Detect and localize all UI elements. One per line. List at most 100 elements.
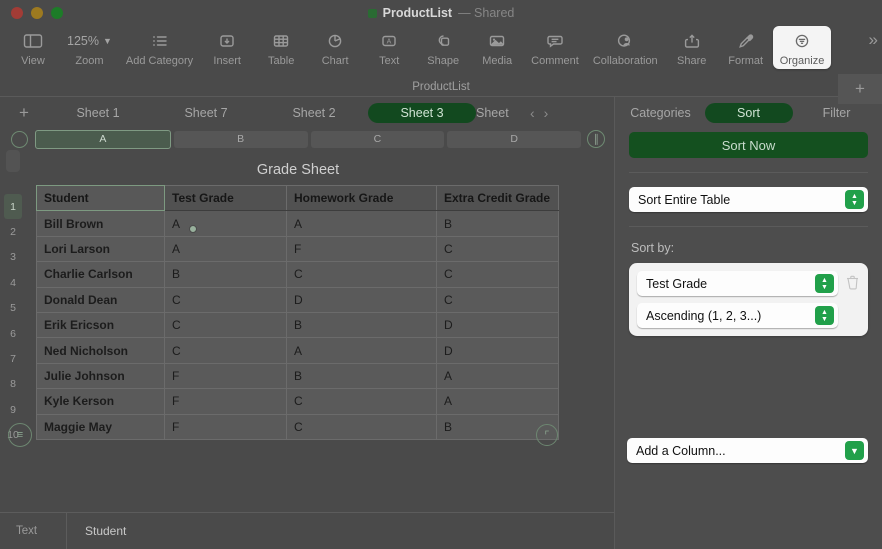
cell-homework-grade[interactable]: C [286,261,437,288]
cell-extra-credit[interactable]: D [436,311,559,339]
toolbar-chart-button[interactable]: Chart [308,26,362,69]
toolbar-text-button[interactable]: A Text [362,26,416,69]
toolbar-table-button[interactable]: Table [254,26,308,69]
cell-test-grade[interactable]: A [164,210,287,237]
header-cell-homework-grade[interactable]: Homework Grade [286,184,437,212]
toolbar-media-button[interactable]: Media [470,26,524,69]
resize-table-control[interactable]: ⌜ [536,424,558,446]
sort-order-select[interactable]: Ascending (1, 2, 3...) ▲ ▼ [637,303,838,328]
cell-student[interactable]: Donald Dean [36,286,165,313]
cell-student[interactable]: Julie Johnson [36,362,165,390]
toolbar-comment-button[interactable]: Comment [524,26,586,69]
cell-extra-credit[interactable]: A [436,362,559,390]
row-number-4[interactable]: 4 [0,270,26,295]
table-row: Maggie May F C B [36,413,559,440]
cell-student[interactable]: Erik Ericson [36,311,165,339]
row-gutter-cap [6,150,20,172]
cell-student[interactable]: Charlie Carlson [36,261,165,288]
cell-homework-grade[interactable]: B [286,362,437,390]
add-column-select[interactable]: Add a Column... ▼ [627,438,868,463]
cell-test-grade[interactable]: C [164,311,287,339]
cell-student[interactable]: Bill Brown [36,210,165,237]
cell-homework-grade[interactable]: F [286,235,437,263]
minimize-button[interactable] [31,7,43,19]
row-number-2[interactable]: 2 [0,219,26,244]
toolbar-format-button[interactable]: Format [719,26,773,69]
row-number-5[interactable]: 5 [0,296,26,321]
select-all-corner[interactable] [6,130,32,148]
grade-table: Student Test Grade Homework Grade Extra … [36,184,559,440]
toolbar-view-button[interactable]: View [6,26,60,69]
add-column-handle[interactable]: ║ [584,130,608,148]
add-rows-control[interactable]: ≡ [8,423,32,447]
row-number-8[interactable]: 8 [0,372,26,397]
table-row: Bill Brown A A B [36,210,559,237]
delete-sort-rule-button[interactable] [844,271,860,290]
close-button[interactable] [11,7,23,19]
row-number-3[interactable]: 3 [0,245,26,270]
sheet-tab-2[interactable]: Sheet 2 [260,103,368,123]
cell-homework-grade[interactable]: B [286,311,437,339]
add-sheet-button[interactable]: + [838,74,882,104]
toolbar-zoom-control[interactable]: 125% ▼ Zoom [60,26,119,69]
cell-student[interactable]: Maggie May [36,413,165,440]
cell-homework-grade[interactable]: D [286,286,437,313]
row-number-6[interactable]: 6 [0,321,26,346]
sort-now-button[interactable]: Sort Now [629,132,868,158]
cell-test-grade[interactable]: F [164,362,287,390]
cell-test-grade[interactable]: C [164,337,287,364]
sort-column-select[interactable]: Test Grade ▲ ▼ [637,271,838,296]
row-number-7[interactable]: 7 [0,346,26,371]
tab-sort[interactable]: Sort [704,102,793,123]
row-number-1[interactable]: 1 [4,194,22,220]
cell-student[interactable]: Ned Nicholson [36,337,165,364]
row-number-9[interactable]: 9 [0,397,26,422]
zoom-button[interactable] [51,7,63,19]
column-header-d[interactable]: D [447,130,581,148]
cell-test-grade[interactable]: C [164,286,287,313]
cell-extra-credit[interactable]: A [436,388,559,415]
sheet-tab-next-icon[interactable]: › [544,105,549,121]
add-sheet-tab-button[interactable]: + [4,103,44,123]
toolbar-add-category-button[interactable]: Add Category [119,26,200,69]
column-header-a[interactable]: A [35,129,171,149]
toolbar-shape-button[interactable]: Shape [416,26,470,69]
toolbar-share-button[interactable]: Share [665,26,719,69]
sheet-tab-prev-icon[interactable]: ‹ [530,105,535,121]
cell-extra-credit[interactable]: C [436,286,559,313]
sheet-tab-1[interactable]: Sheet 1 [44,103,152,123]
cell-homework-grade[interactable]: A [286,210,437,237]
sheet-content: Grade Sheet Student Test Grade Homework … [8,150,614,512]
cell-homework-grade[interactable]: C [286,413,437,440]
sheet-tab-7[interactable]: Sheet 7 [152,103,260,123]
toolbar-organize-button[interactable]: Organize [772,26,832,69]
column-header-c[interactable]: C [310,130,445,148]
toolbar-overflow-button[interactable]: » [869,26,879,50]
column-header-b[interactable]: B [173,130,308,148]
cell-student[interactable]: Lori Larson [36,235,165,263]
sort-rule-selects: Test Grade ▲ ▼ Ascending (1, 2, 3...) ▲ ▼ [637,271,838,328]
cell-homework-grade[interactable]: C [286,388,437,415]
cell-homework-grade[interactable]: A [286,337,437,364]
toolbar-shape-label: Shape [427,55,460,67]
cell-extra-credit[interactable]: B [436,210,559,237]
cell-extra-credit[interactable]: C [436,261,559,288]
cell-extra-credit[interactable]: C [436,235,559,263]
cell-test-grade[interactable]: B [164,261,287,288]
sort-scope-select[interactable]: Sort Entire Table ▲ ▼ [629,187,868,212]
toolbar-collaboration-button[interactable]: Collaboration [586,26,665,69]
header-cell-test-grade[interactable]: Test Grade [164,184,287,212]
cell-extra-credit[interactable]: D [436,337,559,364]
header-cell-extra-credit-grade[interactable]: Extra Credit Grade [436,184,559,212]
cell-student[interactable]: Kyle Kerson [36,388,165,415]
cell-test-grade[interactable]: F [164,388,287,415]
header-cell-student[interactable]: Student [36,184,165,212]
tab-filter[interactable]: Filter [793,103,881,123]
sheet-tab-3[interactable]: Sheet 3 [368,102,476,123]
toolbar-insert-button[interactable]: Insert [200,26,254,69]
tab-categories[interactable]: Categories [617,103,705,123]
selection-handle[interactable] [189,225,197,233]
cell-test-grade[interactable]: A [164,235,287,263]
cell-test-grade[interactable]: F [164,413,287,440]
sheet-tab-next[interactable]: Sheet [476,103,528,123]
